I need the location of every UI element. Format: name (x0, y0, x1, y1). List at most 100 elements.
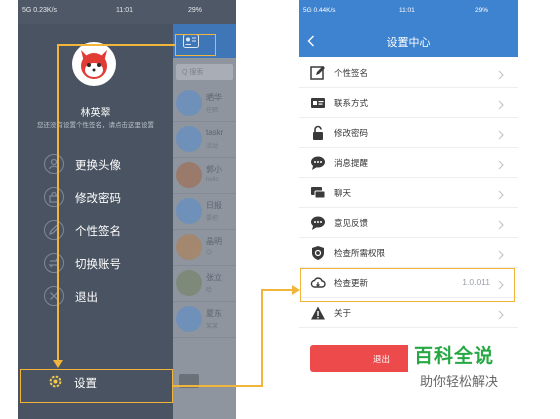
row-label: 意见反馈 (334, 218, 369, 228)
chat-preview: hello (206, 177, 219, 183)
chat-avatar (176, 234, 202, 260)
side-drawer: 林英翠 您还没有设置个性签名，请点击这里设置 更换头像 修改密码 个性签名 切换… (18, 24, 173, 419)
menu-item-signature[interactable]: 个性签名 (44, 220, 164, 242)
menu-item-change-password[interactable]: 修改密码 (44, 187, 164, 209)
settings-label: 设置 (74, 378, 97, 390)
row-label: 联系方式 (334, 98, 369, 108)
chevron-right-icon (498, 217, 504, 235)
chat-avatar (176, 126, 202, 152)
row-label: 个性签名 (334, 68, 369, 78)
lock-icon (310, 125, 326, 141)
chevron-right-icon (498, 127, 504, 145)
chat-preview: 哈 (206, 288, 213, 294)
menu-item-change-avatar[interactable]: 更换头像 (44, 154, 164, 176)
watermark-subtitle: 助你轻松解决 (420, 374, 499, 389)
page-title: 设置中心 (386, 37, 431, 49)
chat-name: taskr (206, 128, 224, 137)
chat-item: 张立哈 (173, 266, 236, 302)
logout-label: 退出 (373, 354, 391, 364)
contact-card-icon (310, 95, 326, 111)
chat-item: 晶明 😊 (173, 230, 236, 266)
status-bar: 5G 0.23K/s 11:01 29% (18, 0, 236, 24)
background-search-box: Q 搜索 (176, 64, 233, 80)
chat-item: 晒华 任晒 (173, 86, 236, 122)
chat-item: taskr 活动 (173, 122, 236, 158)
row-contact[interactable]: 联系方式 (299, 88, 518, 118)
search-placeholder: Q 搜索 (182, 69, 204, 76)
status-time: 11:01 (399, 7, 415, 14)
chat-name: 夏东 (206, 309, 222, 318)
cloud-update-icon (310, 275, 326, 291)
chevron-right-icon (498, 67, 504, 85)
chevron-right-icon (498, 187, 504, 205)
gear-icon (48, 374, 63, 394)
chat-name: 晶明 (206, 237, 222, 246)
chat-preview: 要把 (206, 216, 219, 222)
chat-name: 郭小 (206, 165, 222, 174)
status-network: 5G 0.44K/s (303, 7, 336, 14)
version-number: 1.0.011 (462, 277, 490, 287)
chevron-right-icon (498, 307, 504, 325)
drawer-screen: 5G 0.23K/s 11:01 29% 林英翠 您还没有设置个性签名，请点击这… (18, 0, 236, 419)
watermark: 百科全说 助你轻松解决 (408, 337, 518, 397)
chevron-right-icon (498, 97, 504, 115)
row-message-reminder[interactable]: 消息提醒 (299, 148, 518, 178)
fox-avatar-icon (81, 50, 107, 79)
row-change-password[interactable]: 修改密码 (299, 118, 518, 148)
row-about[interactable]: 关于 (299, 298, 518, 328)
user-name: 林英翠 (80, 108, 111, 119)
chat-avatar (176, 90, 202, 116)
chevron-right-icon (498, 277, 504, 295)
feedback-icon (310, 215, 326, 231)
row-check-update[interactable]: 检查更新 1.0.011 (299, 268, 518, 298)
menu-label: 退出 (75, 292, 98, 304)
chat-avatar (176, 198, 202, 224)
shield-icon (310, 245, 326, 261)
arrow-right-icon (292, 285, 300, 295)
status-battery: 29% (475, 7, 489, 14)
chevron-right-icon (498, 247, 504, 265)
background-header (173, 24, 236, 58)
annotation-line (261, 289, 263, 387)
chat-preview: 活动 (206, 144, 219, 150)
chat-item: 夏东 某某 (173, 302, 236, 338)
row-label: 检查更新 (334, 278, 369, 288)
header-bar: 5G 0.44K/s 11:01 29% 设置中心 (299, 0, 518, 57)
chat-preview: 任晒 (206, 108, 219, 114)
chat-name: 晒华 (206, 93, 222, 102)
row-chat[interactable]: 聊天 (299, 178, 518, 208)
row-label: 检查所需权限 (334, 248, 386, 258)
row-check-permissions[interactable]: 检查所需权限 (299, 238, 518, 268)
chat-name: 张立 (206, 273, 222, 282)
chat-item: 日报 要把 (173, 194, 236, 230)
avatar[interactable] (72, 42, 116, 86)
background-chat-list: Q 搜索 晒华任晒 taskr 活动 郭小 hello 日报要把 晶明 😊 张立哈 夏… (173, 24, 236, 419)
chat-preview: 某某 (206, 324, 219, 330)
exit-icon (44, 286, 64, 306)
menu-item-switch-account[interactable]: 切换账号 (44, 253, 164, 275)
row-feedback[interactable]: 意见反馈 (299, 208, 518, 238)
watermark-title: 百科全说 (414, 346, 495, 367)
contacts-icon (183, 34, 199, 48)
row-signature[interactable]: 个性签名 (299, 58, 518, 88)
chat-icon (310, 185, 326, 201)
password-icon (44, 187, 64, 207)
arrow-down-icon (53, 360, 63, 368)
chat-name: 日报 (206, 201, 222, 210)
menu-label: 个性签名 (75, 226, 121, 238)
chevron-right-icon (498, 157, 504, 175)
menu-label: 修改密码 (75, 193, 121, 205)
row-label: 消息提醒 (334, 158, 369, 168)
signature-hint[interactable]: 您还没有设置个性签名，请点击这里设置 (18, 119, 173, 129)
annotation-line (57, 44, 59, 362)
message-bubble-icon (310, 155, 326, 171)
annotation-line (173, 385, 262, 387)
menu-item-exit[interactable]: 退出 (44, 286, 164, 308)
switch-account-icon (44, 253, 64, 273)
signature-icon (44, 220, 64, 240)
settings-button[interactable]: 设置 (18, 365, 173, 398)
row-label: 关于 (334, 308, 352, 318)
status-bar: 5G 0.44K/s 11:01 29% (299, 0, 518, 20)
edit-signature-icon (310, 65, 326, 81)
chat-avatar (176, 306, 202, 332)
